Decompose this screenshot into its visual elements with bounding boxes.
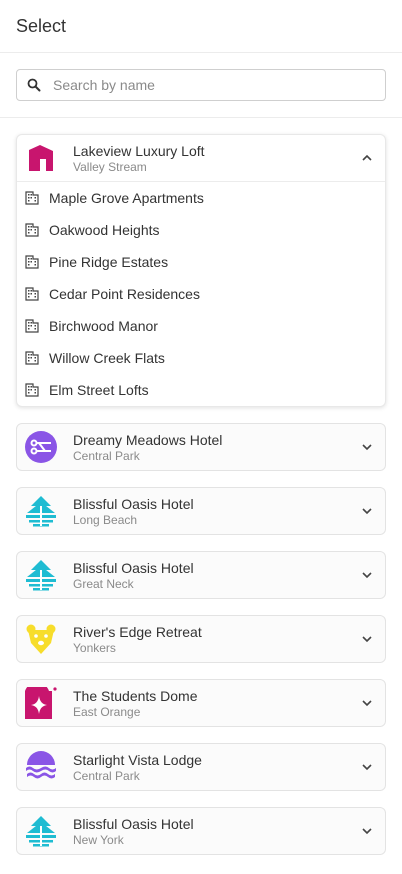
building-label: Willow Creek Flats: [49, 350, 165, 366]
pine-logo-icon: [25, 559, 57, 591]
building-item[interactable]: Oakwood Heights: [17, 214, 385, 246]
bear-logo-icon: [25, 623, 57, 655]
property-location: Central Park: [73, 768, 140, 783]
property-card-header[interactable]: Lakeview Luxury Loft Valley Stream: [17, 135, 385, 182]
building-item[interactable]: Willow Creek Flats: [17, 342, 385, 374]
property-location: Great Neck: [73, 576, 134, 591]
building-icon: [25, 319, 39, 333]
divider: [0, 117, 402, 118]
property-title: Blissful Oasis Hotel: [73, 495, 194, 512]
property-location: Central Park: [73, 448, 140, 463]
property-title: River's Edge Retreat: [73, 623, 202, 640]
pine-logo-icon: [25, 495, 57, 527]
house-logo-icon: [25, 142, 57, 174]
waves-logo-icon: [25, 751, 57, 783]
property-card-header[interactable]: Blissful Oasis Hotel Long Beach: [17, 488, 385, 534]
property-location: Long Beach: [73, 512, 138, 527]
property-title: Starlight Vista Lodge: [73, 751, 202, 768]
property-card-header[interactable]: River's Edge Retreat Yonkers: [17, 616, 385, 662]
chevron-down-icon[interactable]: [359, 439, 375, 455]
property-card[interactable]: Dreamy Meadows Hotel Central Park: [16, 423, 386, 471]
property-card-header[interactable]: Starlight Vista Lodge Central Park: [17, 744, 385, 790]
chevron-down-icon[interactable]: [359, 631, 375, 647]
property-list: Lakeview Luxury Loft Valley Stream Maple…: [0, 134, 402, 855]
chevron-down-icon[interactable]: [359, 759, 375, 775]
network-logo-icon: [25, 431, 57, 463]
building-icon: [25, 383, 39, 397]
page-title: Select: [0, 0, 402, 53]
building-icon: [25, 287, 39, 301]
building-item[interactable]: Pine Ridge Estates: [17, 246, 385, 278]
building-label: Birchwood Manor: [49, 318, 158, 334]
building-item[interactable]: Birchwood Manor: [17, 310, 385, 342]
property-title: Dreamy Meadows Hotel: [73, 431, 223, 448]
property-card-header[interactable]: Dreamy Meadows Hotel Central Park: [17, 424, 385, 470]
building-icon: [25, 255, 39, 269]
chevron-up-icon[interactable]: [359, 150, 375, 166]
property-card[interactable]: River's Edge Retreat Yonkers: [16, 615, 386, 663]
property-card[interactable]: Starlight Vista Lodge Central Park: [16, 743, 386, 791]
chevron-down-icon[interactable]: [359, 695, 375, 711]
building-list: Maple Grove Apartments Oakwood Heights P…: [17, 182, 385, 406]
property-card-header[interactable]: Blissful Oasis Hotel Great Neck: [17, 552, 385, 598]
property-location: New York: [73, 832, 124, 847]
building-icon: [25, 191, 39, 205]
building-item[interactable]: Cedar Point Residences: [17, 278, 385, 310]
property-card[interactable]: The Students Dome East Orange: [16, 679, 386, 727]
property-card[interactable]: Blissful Oasis Hotel Great Neck: [16, 551, 386, 599]
building-label: Pine Ridge Estates: [49, 254, 169, 270]
chevron-down-icon[interactable]: [359, 823, 375, 839]
search-icon: [27, 78, 41, 92]
chevron-down-icon[interactable]: [359, 503, 375, 519]
property-title: Lakeview Luxury Loft: [73, 142, 205, 159]
property-location: Yonkers: [73, 640, 116, 655]
property-title: Blissful Oasis Hotel: [73, 559, 194, 576]
search-input[interactable]: [51, 76, 375, 94]
property-location: Valley Stream: [73, 159, 147, 174]
property-card[interactable]: Blissful Oasis Hotel Long Beach: [16, 487, 386, 535]
property-location: East Orange: [73, 704, 141, 719]
building-label: Oakwood Heights: [49, 222, 160, 238]
search-box[interactable]: [16, 69, 386, 101]
building-label: Elm Street Lofts: [49, 382, 149, 398]
chevron-down-icon[interactable]: [359, 567, 375, 583]
building-item[interactable]: Maple Grove Apartments: [17, 182, 385, 214]
pine-logo-icon: [25, 815, 57, 847]
property-card-header[interactable]: Blissful Oasis Hotel New York: [17, 808, 385, 854]
property-card-header[interactable]: The Students Dome East Orange: [17, 680, 385, 726]
property-card-expanded: Lakeview Luxury Loft Valley Stream Maple…: [16, 134, 386, 407]
property-card[interactable]: Blissful Oasis Hotel New York: [16, 807, 386, 855]
building-label: Maple Grove Apartments: [49, 190, 204, 206]
building-label: Cedar Point Residences: [49, 286, 200, 302]
property-title: The Students Dome: [73, 687, 198, 704]
building-icon: [25, 351, 39, 365]
property-title: Blissful Oasis Hotel: [73, 815, 194, 832]
building-item[interactable]: Elm Street Lofts: [17, 374, 385, 406]
building-icon: [25, 223, 39, 237]
star-logo-icon: [25, 687, 57, 719]
